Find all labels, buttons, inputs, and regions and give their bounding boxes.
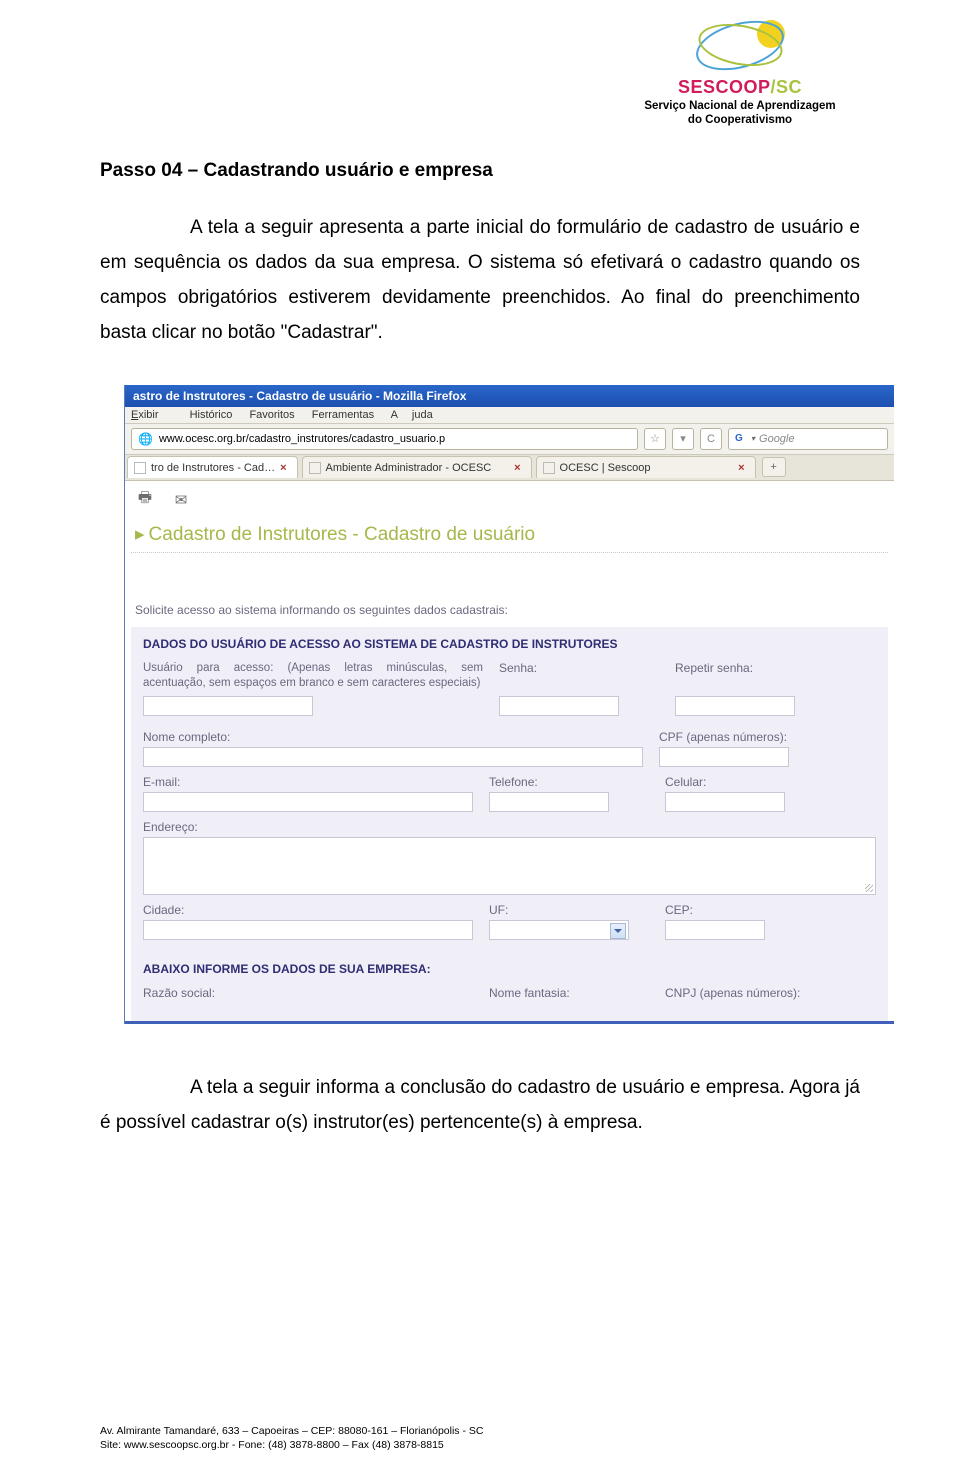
print-icon[interactable]: 🖶 — [135, 491, 155, 509]
menu-historico[interactable]: Histórico — [190, 409, 233, 421]
menu-favoritos[interactable]: Favoritos — [249, 409, 294, 421]
close-icon[interactable]: × — [738, 462, 744, 474]
close-icon[interactable]: × — [514, 462, 520, 474]
reload-icon[interactable]: C — [700, 428, 722, 450]
cnpj-label: CNPJ (apenas números): — [665, 986, 876, 1000]
senha-input[interactable] — [499, 696, 619, 716]
usuario-label: Usuário para acesso: (Apenas letras minú… — [143, 661, 483, 692]
browser-menubar: Exibir Histórico Favoritos Ferramentas A… — [125, 407, 894, 424]
search-placeholder: Google — [759, 433, 794, 445]
form-panel: DADOS DO USUÁRIO DE ACESSO AO SISTEMA DE… — [131, 627, 888, 1021]
section-header-user: DADOS DO USUÁRIO DE ACESSO AO SISTEMA DE… — [143, 637, 876, 651]
senha-label: Senha: — [499, 661, 659, 675]
url-text: www.ocesc.org.br/cadastro_instrutores/ca… — [159, 433, 445, 445]
nome-input[interactable] — [143, 747, 643, 767]
telefone-label: Telefone: — [489, 775, 649, 789]
tab-label: Ambiente Administrador - OCESC — [326, 462, 492, 474]
nome-label: Nome completo: — [143, 730, 643, 744]
cep-input[interactable] — [665, 920, 765, 940]
page-title: ▸Cadastro de Instrutores - Cadastro de u… — [131, 519, 888, 548]
section-header-empresa: ABAIXO INFORME OS DADOS DE SUA EMPRESA: — [143, 962, 876, 976]
cpf-input[interactable] — [659, 747, 789, 767]
email-label: E-mail: — [143, 775, 473, 789]
logo-subtitle: Serviço Nacional de Aprendizagem do Coop… — [600, 100, 880, 128]
email-input[interactable] — [143, 792, 473, 812]
menu-ajuda[interactable]: Ajuda — [391, 409, 447, 421]
uf-label: UF: — [489, 903, 649, 917]
repetir-senha-input[interactable] — [675, 696, 795, 716]
tab-favicon-icon — [309, 462, 321, 474]
menu-ferramentas[interactable]: Ferramentas — [312, 409, 374, 421]
cidade-label: Cidade: — [143, 903, 473, 917]
tab-label: OCESC | Sescoop — [560, 462, 651, 474]
chevron-right-icon: ▸ — [135, 524, 145, 545]
telefone-input[interactable] — [489, 792, 609, 812]
after-description: A tela a seguir informa a conclusão do c… — [100, 1070, 860, 1140]
razao-label: Razão social: — [143, 986, 473, 1000]
window-titlebar: astro de Instrutores - Cadastro de usuár… — [125, 385, 894, 407]
celular-input[interactable] — [665, 792, 785, 812]
logo-title: SESCOOP/SC — [600, 77, 880, 98]
search-dropdown-icon[interactable]: ▾ — [751, 434, 755, 443]
cpf-label: CPF (apenas números): — [659, 730, 876, 744]
address-bar: 🌐 www.ocesc.org.br/cadastro_instrutores/… — [125, 424, 894, 455]
tab-favicon-icon — [543, 462, 555, 474]
tab-label: tro de Instrutores - Cad… — [151, 462, 275, 474]
bookmark-star-icon[interactable]: ☆ — [644, 428, 666, 450]
intro-text: Solicite acesso ao sistema informando os… — [131, 603, 888, 627]
mail-icon[interactable]: ✉ — [171, 491, 191, 509]
cidade-input[interactable] — [143, 920, 473, 940]
url-input[interactable]: 🌐 www.ocesc.org.br/cadastro_instrutores/… — [131, 428, 638, 450]
tab-3[interactable]: OCESC | Sescoop × — [536, 456, 756, 478]
new-tab-button[interactable]: + — [762, 457, 786, 477]
tab-favicon-icon — [134, 462, 146, 474]
page-toolbar: 🖶 ✉ — [131, 489, 888, 519]
tab-strip: tro de Instrutores - Cad… × Ambiente Adm… — [125, 455, 894, 481]
step-heading: Passo 04 – Cadastrando usuário e empresa — [100, 160, 860, 182]
globe-icon: 🌐 — [138, 432, 153, 446]
menu-exibir[interactable]: Exibir — [131, 409, 173, 421]
search-input[interactable]: G ▾ Google — [728, 428, 888, 450]
header-logo: SESCOOP/SC Serviço Nacional de Aprendiza… — [600, 15, 880, 128]
google-icon: G — [735, 433, 747, 445]
step-description: A tela a seguir apresenta a parte inicia… — [100, 210, 860, 351]
fantasia-label: Nome fantasia: — [489, 986, 649, 1000]
usuario-input[interactable] — [143, 696, 313, 716]
uf-select[interactable] — [489, 920, 629, 940]
logo-graphic — [690, 15, 790, 75]
browser-screenshot: astro de Instrutores - Cadastro de usuár… — [124, 385, 894, 1024]
history-dropdown-icon[interactable]: ▾ — [672, 428, 694, 450]
tab-1[interactable]: tro de Instrutores - Cad… × — [127, 456, 298, 478]
endereco-input[interactable] — [143, 837, 876, 895]
cep-label: CEP: — [665, 903, 876, 917]
tab-2[interactable]: Ambiente Administrador - OCESC × — [302, 456, 532, 478]
celular-label: Celular: — [665, 775, 876, 789]
page-footer: Av. Almirante Tamandaré, 633 – Capoeiras… — [100, 1424, 483, 1452]
page-content: 🖶 ✉ ▸Cadastro de Instrutores - Cadastro … — [125, 481, 894, 1024]
endereco-label: Endereço: — [143, 820, 876, 834]
repetir-senha-label: Repetir senha: — [675, 661, 876, 675]
close-icon[interactable]: × — [280, 462, 286, 474]
